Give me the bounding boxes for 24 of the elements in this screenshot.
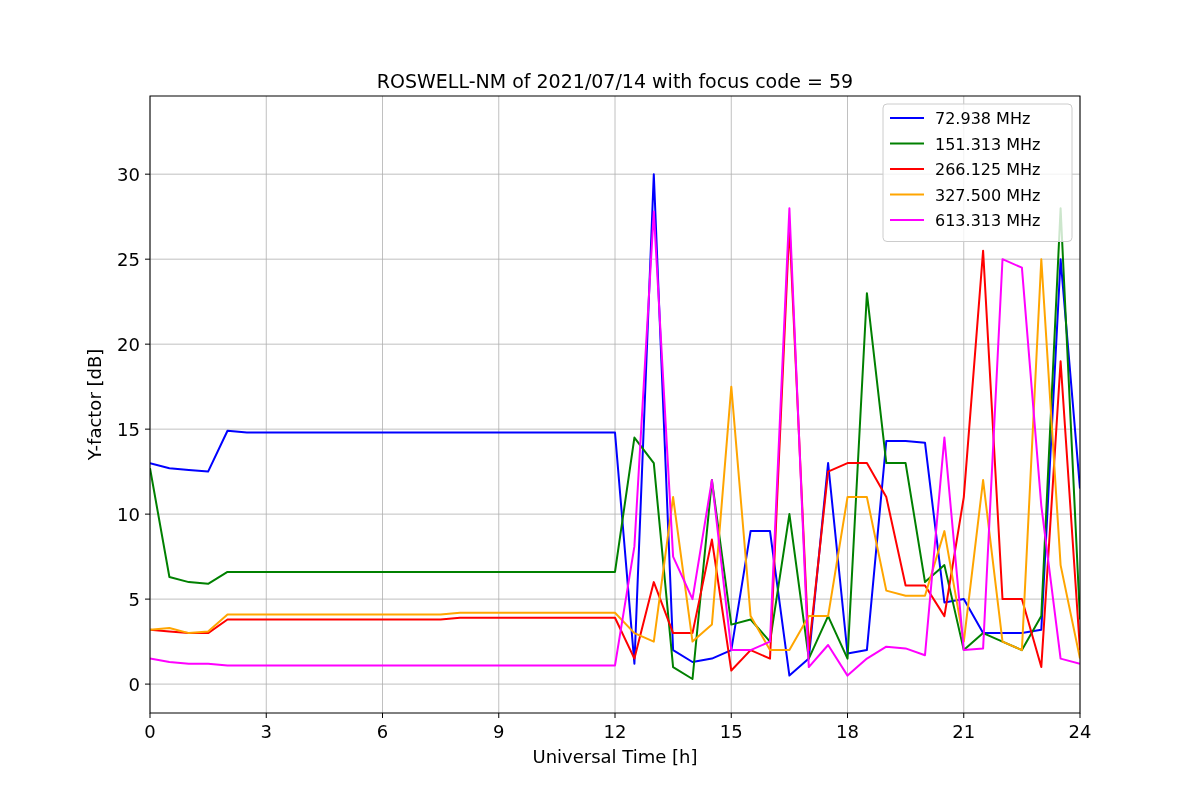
y-axis-label: Y-factor [dB] bbox=[84, 348, 105, 461]
legend-label: 72.938 MHz bbox=[935, 109, 1031, 128]
tick-label: 3 bbox=[260, 721, 272, 742]
tick-label: 0 bbox=[128, 674, 140, 696]
tick-label: 12 bbox=[603, 721, 627, 742]
legend-label: 327.500 MHz bbox=[935, 185, 1041, 205]
tick-label: 21 bbox=[952, 721, 976, 742]
chart-title: ROSWELL-NM of 2021/07/14 with focus code = 59 bbox=[376, 70, 854, 92]
legend-label: 613.313 MHz bbox=[935, 211, 1041, 230]
x-axis-label: Universal Time [h] bbox=[532, 746, 698, 767]
tick-label: 24 bbox=[1068, 721, 1092, 742]
legend-label: 266.125 MHz bbox=[935, 160, 1041, 179]
tick-label: 9 bbox=[493, 721, 505, 742]
tick-label: 6 bbox=[376, 721, 389, 742]
tick-label: 10 bbox=[117, 504, 140, 526]
tick-label: 25 bbox=[117, 249, 140, 271]
tick-label: 20 bbox=[117, 334, 140, 356]
tick-label: 15 bbox=[117, 419, 140, 441]
tick-label: 18 bbox=[836, 721, 859, 742]
tick-label: 30 bbox=[117, 164, 140, 186]
tick-label: 15 bbox=[719, 721, 743, 742]
tick-label: 5 bbox=[128, 589, 140, 611]
legend-label: 151.313 MHz bbox=[935, 134, 1041, 154]
tick-label: 0 bbox=[144, 721, 156, 742]
